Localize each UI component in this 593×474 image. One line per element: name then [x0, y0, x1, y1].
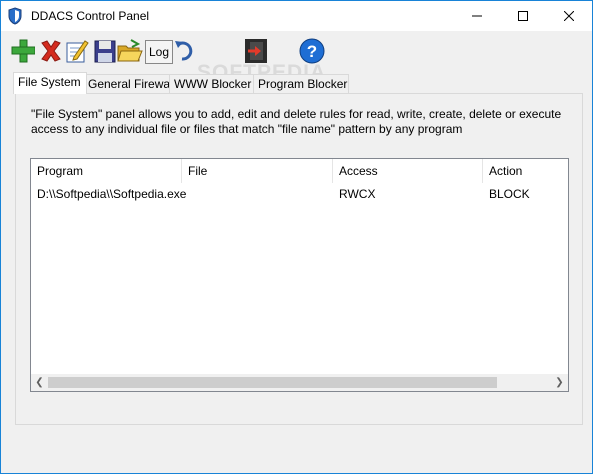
exit-button[interactable]: [244, 38, 268, 64]
open-folder-button[interactable]: [117, 38, 143, 64]
column-header-file[interactable]: File: [182, 159, 333, 183]
add-button[interactable]: [11, 38, 35, 64]
tab-file-system[interactable]: File System: [13, 72, 87, 94]
minimize-icon: [472, 15, 482, 17]
svg-text:?: ?: [307, 42, 317, 61]
horizontal-scrollbar[interactable]: ❮ ❯: [31, 374, 568, 391]
help-icon: ?: [299, 38, 325, 64]
save-button[interactable]: [93, 38, 117, 64]
panel-description: "File System" panel allows you to add, e…: [31, 107, 562, 136]
rules-list[interactable]: Program File Access Action D:\\Softpedia…: [30, 158, 569, 392]
maximize-icon: [518, 11, 528, 21]
column-header-action[interactable]: Action: [483, 159, 568, 183]
shield-app-icon: [8, 7, 22, 25]
tab-general-firewall[interactable]: General Firewall: [83, 74, 177, 93]
delete-icon: [41, 40, 61, 62]
main-window: DDACS Control Panel Log SOFTPEDIA ? File…: [0, 0, 593, 474]
scrollbar-thumb[interactable]: [48, 377, 497, 388]
delete-button[interactable]: [39, 38, 63, 64]
undo-button[interactable]: [173, 38, 197, 64]
tab-www-blocker[interactable]: WWW Blocker: [169, 74, 259, 93]
scroll-right-arrow-icon[interactable]: ❯: [551, 374, 568, 391]
window-title: DDACS Control Panel: [31, 9, 150, 23]
help-button[interactable]: ?: [299, 38, 325, 64]
scroll-left-arrow-icon[interactable]: ❮: [31, 374, 48, 391]
toolbar: Log SOFTPEDIA ?: [1, 31, 592, 84]
column-header-program[interactable]: Program: [31, 159, 182, 183]
cell-action: BLOCK: [489, 187, 530, 201]
cell-access: RWCX: [339, 187, 376, 201]
tab-program-blocker[interactable]: Program Blocker: [253, 74, 349, 93]
log-button[interactable]: Log: [145, 40, 173, 64]
edit-button[interactable]: [65, 38, 89, 64]
title-bar[interactable]: DDACS Control Panel: [1, 1, 592, 31]
file-system-panel: "File System" panel allows you to add, e…: [15, 93, 583, 425]
add-icon: [11, 39, 35, 63]
undo-icon: [175, 41, 193, 61]
cell-program: D:\\Softpedia\\Softpedia.exe: [37, 187, 187, 201]
open-folder-icon: [117, 39, 143, 62]
minimize-button[interactable]: [454, 1, 500, 31]
cell-file: [182, 186, 188, 202]
close-button[interactable]: [546, 1, 592, 31]
column-header-access[interactable]: Access: [333, 159, 483, 183]
maximize-button[interactable]: [500, 1, 546, 31]
exit-door-icon: [245, 39, 267, 63]
edit-icon: [66, 40, 89, 63]
close-icon: [564, 11, 574, 21]
save-icon: [94, 40, 116, 63]
